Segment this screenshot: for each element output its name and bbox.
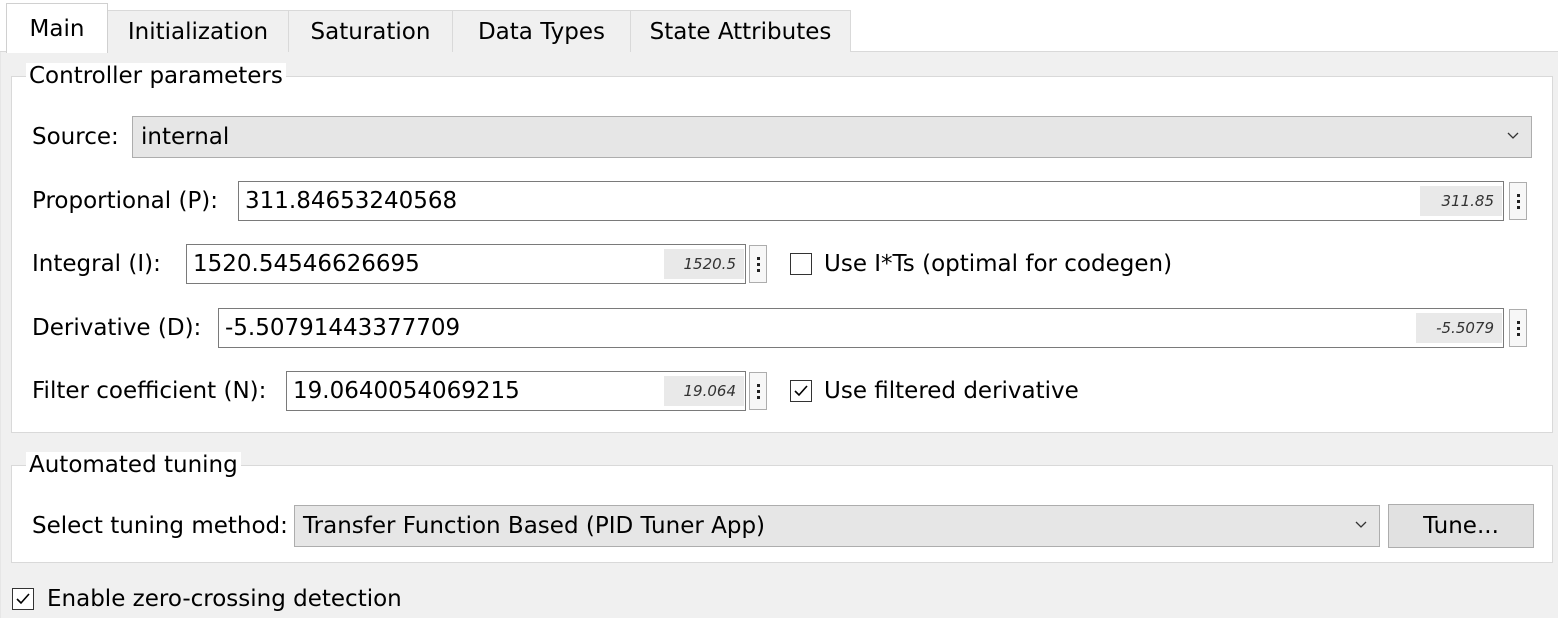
chevron-down-icon bbox=[1507, 132, 1519, 139]
tab-initialization[interactable]: Initialization bbox=[107, 10, 289, 52]
derivative-label: Derivative (D): bbox=[32, 315, 202, 341]
proportional-label: Proportional (P): bbox=[32, 188, 219, 214]
tab-state-attributes-label: State Attributes bbox=[649, 18, 832, 45]
derivative-more-button[interactable] bbox=[1509, 309, 1527, 347]
use-filtered-derivative-label: Use filtered derivative bbox=[824, 378, 1079, 404]
tab-main[interactable]: Main bbox=[6, 3, 108, 53]
automated-tuning-legend: Automated tuning bbox=[26, 452, 241, 478]
tab-saturation[interactable]: Saturation bbox=[288, 10, 453, 52]
tab-saturation-label: Saturation bbox=[310, 18, 431, 45]
chevron-down-icon bbox=[1355, 521, 1367, 528]
proportional-field[interactable]: 311.84653240568 311.85 bbox=[238, 181, 1504, 221]
integral-label: Integral (I): bbox=[32, 251, 161, 277]
derivative-value: -5.50791443377709 bbox=[225, 315, 461, 341]
controller-parameters-group: Controller parameters Source: internal P… bbox=[11, 63, 1553, 433]
integral-value: 1520.54546626695 bbox=[193, 251, 420, 277]
filter-coefficient-display: 19.064 bbox=[664, 376, 744, 406]
tuning-method-label: Select tuning method: bbox=[32, 513, 288, 539]
automated-tuning-group: Automated tuning Select tuning method: T… bbox=[11, 452, 1553, 563]
use-its-label: Use I*Ts (optimal for codegen) bbox=[824, 251, 1173, 277]
tab-data-types[interactable]: Data Types bbox=[452, 10, 631, 52]
checkmark-icon bbox=[16, 593, 30, 605]
use-its-checkbox[interactable] bbox=[790, 253, 812, 275]
filter-coefficient-value: 19.0640054069215 bbox=[293, 378, 520, 404]
integral-display: 1520.5 bbox=[664, 249, 744, 279]
source-label: Source: bbox=[32, 124, 119, 150]
tab-bar: Main Initialization Saturation Data Type… bbox=[0, 0, 1558, 53]
use-filtered-derivative-checkbox[interactable] bbox=[790, 380, 812, 402]
tab-initialization-label: Initialization bbox=[127, 18, 269, 45]
tuning-method-dropdown[interactable]: Transfer Function Based (PID Tuner App) bbox=[294, 505, 1380, 547]
filter-coefficient-field[interactable]: 19.0640054069215 19.064 bbox=[286, 371, 746, 411]
proportional-display: 311.85 bbox=[1420, 186, 1502, 216]
derivative-field[interactable]: -5.50791443377709 -5.5079 bbox=[218, 308, 1504, 348]
tab-state-attributes[interactable]: State Attributes bbox=[630, 10, 851, 52]
source-value: internal bbox=[141, 124, 230, 150]
tab-main-label: Main bbox=[29, 15, 85, 42]
main-tab-panel: Controller parameters Source: internal P… bbox=[0, 52, 1558, 618]
source-dropdown[interactable]: internal bbox=[132, 116, 1532, 158]
controller-parameters-legend: Controller parameters bbox=[26, 63, 286, 89]
derivative-display: -5.5079 bbox=[1416, 313, 1502, 343]
filter-coefficient-label: Filter coefficient (N): bbox=[32, 378, 267, 404]
zero-crossing-checkbox[interactable] bbox=[12, 588, 34, 610]
checkmark-icon bbox=[794, 385, 808, 397]
tune-button-label: Tune... bbox=[1423, 513, 1499, 539]
integral-field[interactable]: 1520.54546626695 1520.5 bbox=[186, 244, 746, 284]
tuning-method-value: Transfer Function Based (PID Tuner App) bbox=[303, 513, 766, 539]
filter-coefficient-more-button[interactable] bbox=[749, 372, 767, 410]
proportional-value: 311.84653240568 bbox=[245, 188, 458, 214]
tune-button[interactable]: Tune... bbox=[1388, 504, 1534, 548]
proportional-more-button[interactable] bbox=[1509, 182, 1527, 220]
integral-more-button[interactable] bbox=[749, 245, 767, 283]
tab-data-types-label: Data Types bbox=[477, 18, 606, 45]
zero-crossing-label: Enable zero-crossing detection bbox=[47, 586, 402, 612]
